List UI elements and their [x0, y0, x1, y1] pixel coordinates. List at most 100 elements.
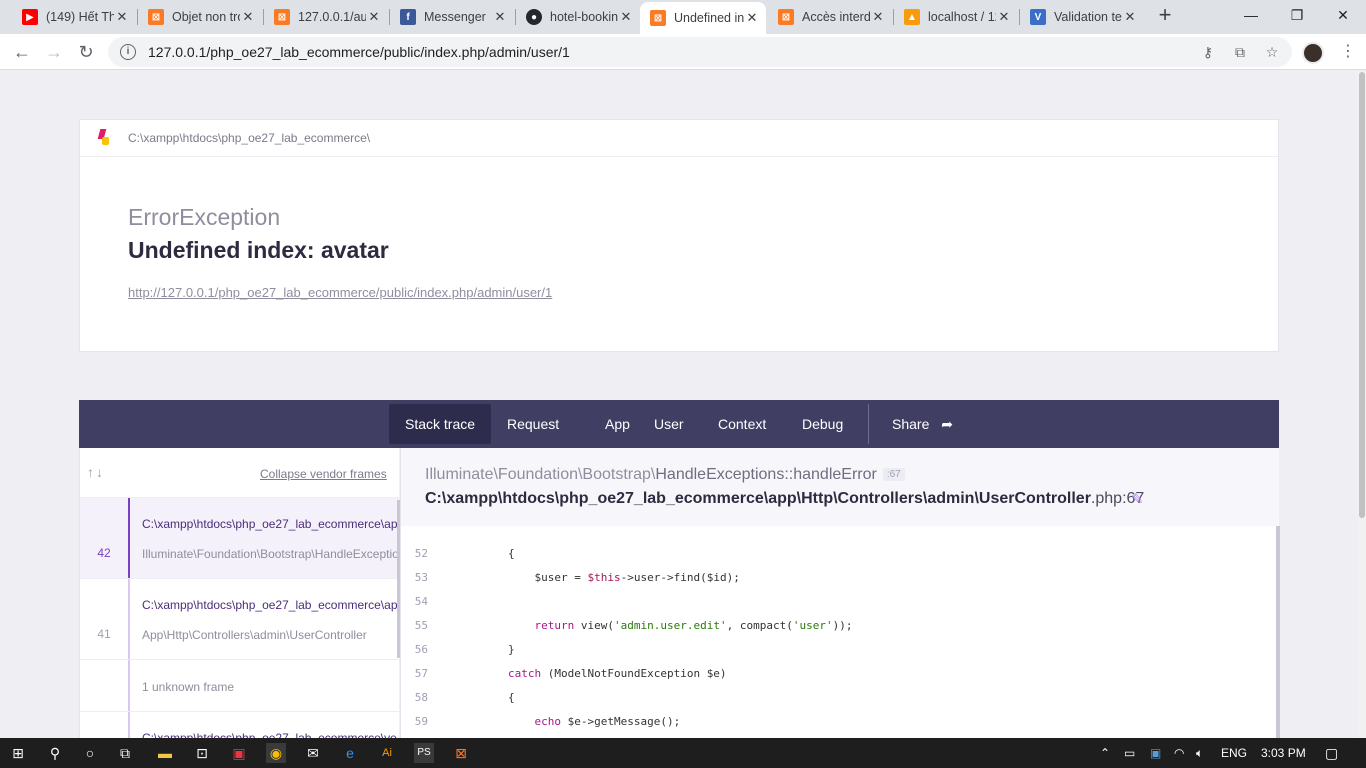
- stack-frames-header: ↑↓ Collapse vendor frames: [80, 448, 399, 498]
- phpmyadmin-icon: ▲: [904, 9, 920, 25]
- reload-icon[interactable]: ↻: [74, 40, 98, 64]
- close-icon[interactable]: ✕: [366, 9, 382, 25]
- key-icon[interactable]: ⚷: [1200, 44, 1216, 60]
- project-path: C:\xampp\htdocs\php_oe27_lab_ecommerce\: [128, 131, 371, 145]
- frame-class-method: HandleExceptions::handleError: [655, 466, 877, 483]
- notifications-icon[interactable]: ▢: [1325, 738, 1338, 768]
- illustrator-icon[interactable]: Ai: [377, 743, 397, 763]
- maximize-button[interactable]: ❐: [1274, 0, 1320, 30]
- code-scrollbar[interactable]: [1276, 526, 1280, 738]
- close-icon[interactable]: ✕: [744, 10, 760, 26]
- volume-icon[interactable]: 🔈︎: [1196, 738, 1203, 768]
- mail-icon[interactable]: ✉: [303, 743, 323, 763]
- xampp-icon: ⊠: [778, 9, 794, 25]
- tab-user[interactable]: User: [638, 404, 700, 444]
- minimize-button[interactable]: —: [1228, 0, 1274, 30]
- tab-stack-trace[interactable]: Stack trace: [389, 404, 492, 444]
- frame-class: App\Http\Controllers\admin\UserControlle…: [142, 628, 367, 642]
- browser-tab[interactable]: ▲ localhost / 127.0.0.1 ✕: [894, 2, 1018, 32]
- app-icon[interactable]: ▣: [229, 743, 249, 763]
- menu-icon[interactable]: ⋮: [1340, 42, 1356, 62]
- close-icon[interactable]: ✕: [1122, 9, 1138, 25]
- star-icon[interactable]: ☆: [1264, 44, 1280, 60]
- wifi-icon[interactable]: ◠: [1174, 738, 1184, 768]
- code-line: 59 echo $e->getMessage();: [401, 710, 1277, 734]
- clock[interactable]: 3:03 PM: [1261, 738, 1306, 768]
- close-icon[interactable]: ✕: [996, 9, 1012, 25]
- chrome-icon[interactable]: ◉: [266, 743, 286, 763]
- browser-tab[interactable]: ⊠ 127.0.0.1/auth ✕: [264, 2, 388, 32]
- request-url-link[interactable]: http://127.0.0.1/php_oe27_lab_ecommerce/…: [128, 285, 552, 300]
- cortana-icon[interactable]: ○: [80, 743, 100, 763]
- windows-taskbar: ⊞ ⚲ ○ ⧉ ▬ ⊡ ▣ ◉ ✉ e Ai PS ⊠ ⌃ ▭ ▣ ◠ 🔈︎ E…: [0, 738, 1366, 768]
- code-line: 54: [401, 590, 1277, 614]
- tab-title: localhost / 127.0.0.1: [928, 10, 996, 24]
- path-bar: C:\xampp\htdocs\php_oe27_lab_ecommerce\: [80, 120, 1278, 157]
- phpstorm-icon[interactable]: PS: [414, 743, 434, 763]
- tray-app-icon[interactable]: ▣: [1150, 738, 1161, 768]
- address-bar[interactable]: i 127.0.0.1/php_oe27_lab_ecommerce/publi…: [108, 37, 1292, 67]
- forward-arrow-icon[interactable]: →: [42, 40, 66, 64]
- new-tab-button[interactable]: +: [1154, 4, 1176, 28]
- back-arrow-icon[interactable]: ←: [10, 40, 34, 64]
- browser-tab[interactable]: ▶ (149) Hết Thương Cạn Nhớ ✕: [12, 2, 136, 32]
- tab-title: Objet non trouvé: [172, 10, 240, 24]
- line-number: 56: [414, 643, 428, 656]
- translate-icon[interactable]: ⧉: [1232, 44, 1248, 60]
- tab-context[interactable]: Context: [702, 404, 782, 444]
- close-icon[interactable]: ✕: [240, 9, 256, 25]
- frame-file: C:\xampp\htdocs\php_oe27_lab_ecommerce\a…: [142, 517, 397, 531]
- browser-tab[interactable]: f Messenger ✕: [390, 2, 514, 32]
- edge-icon[interactable]: e: [340, 743, 360, 763]
- code-line: 56}: [401, 638, 1277, 662]
- stack-frames-panel: ↑↓ Collapse vendor frames 42 C:\xampp\ht…: [79, 448, 399, 752]
- browser-tab[interactable]: ⊠ Accès interdit ✕: [768, 2, 892, 32]
- share-button[interactable]: Share ➦: [876, 404, 969, 444]
- page-scrollbar-thumb[interactable]: [1359, 72, 1365, 518]
- share-label: Share: [892, 416, 930, 432]
- collapse-vendor-frames-link[interactable]: Collapse vendor frames: [260, 467, 387, 481]
- info-icon[interactable]: i: [120, 44, 136, 60]
- vue-icon: V: [1030, 9, 1046, 25]
- file-path: C:\xampp\htdocs\php_oe27_lab_ecommerce\a…: [425, 490, 1091, 507]
- error-header-card: C:\xampp\htdocs\php_oe27_lab_ecommerce\ …: [79, 119, 1279, 352]
- profile-avatar[interactable]: [1302, 42, 1324, 64]
- unknown-frame-label: 1 unknown frame: [142, 680, 235, 694]
- ignition-logo-icon: [96, 129, 112, 147]
- close-window-button[interactable]: ✕: [1320, 0, 1366, 30]
- tab-request[interactable]: Request: [491, 404, 575, 444]
- browser-tab[interactable]: V Validation text ✕: [1020, 2, 1144, 32]
- close-icon[interactable]: ✕: [618, 9, 634, 25]
- close-icon[interactable]: ✕: [870, 9, 886, 25]
- address-url[interactable]: 127.0.0.1/php_oe27_lab_ecommerce/public/…: [148, 44, 570, 60]
- search-icon[interactable]: ⚲: [45, 743, 65, 763]
- battery-icon[interactable]: ▭: [1124, 738, 1135, 768]
- tab-debug[interactable]: Debug: [786, 404, 859, 444]
- browser-tab-active[interactable]: ⊠ Undefined index ✕: [640, 2, 766, 34]
- browser-toolbar: ← → ↻ i 127.0.0.1/php_oe27_lab_ecommerce…: [0, 34, 1366, 70]
- close-icon[interactable]: ✕: [492, 9, 508, 25]
- browser-tab-strip: ▶ (149) Hết Thương Cạn Nhớ ✕ ⊠ Objet non…: [0, 0, 1366, 34]
- stack-frame[interactable]: 41 C:\xampp\htdocs\php_oe27_lab_ecommerc…: [80, 579, 399, 660]
- language-indicator[interactable]: ENG: [1221, 738, 1247, 768]
- windows-start-icon[interactable]: ⊞: [8, 743, 28, 763]
- xampp-icon[interactable]: ⊠: [451, 743, 471, 763]
- up-down-arrows-icon[interactable]: ↑↓: [87, 464, 105, 480]
- browser-tab[interactable]: ● hotel-booking ✕: [516, 2, 640, 32]
- task-view-icon[interactable]: ⧉: [115, 743, 135, 763]
- browser-tab[interactable]: ⊠ Objet non trouvé ✕: [138, 2, 262, 32]
- store-icon[interactable]: ⊡: [192, 743, 212, 763]
- youtube-icon: ▶: [22, 9, 38, 25]
- edit-pencil-icon[interactable]: ✎: [1131, 490, 1144, 508]
- line-text: return view('admin.user.edit', compact('…: [534, 619, 853, 632]
- unknown-frame-row[interactable]: 1 unknown frame: [80, 660, 399, 712]
- tabs-divider: [868, 404, 869, 444]
- frame-method: Illuminate\Foundation\Bootstrap\HandleEx…: [425, 466, 905, 484]
- close-icon[interactable]: ✕: [114, 9, 130, 25]
- xampp-icon: ⊠: [274, 9, 290, 25]
- chevron-up-icon[interactable]: ⌃: [1100, 738, 1110, 768]
- frame-file: C:\xampp\htdocs\php_oe27_lab_ecommerce\a…: [142, 598, 397, 612]
- stack-frame[interactable]: 42 C:\xampp\htdocs\php_oe27_lab_ecommerc…: [80, 498, 399, 579]
- file-explorer-icon[interactable]: ▬: [155, 743, 175, 763]
- facebook-icon: f: [400, 9, 416, 25]
